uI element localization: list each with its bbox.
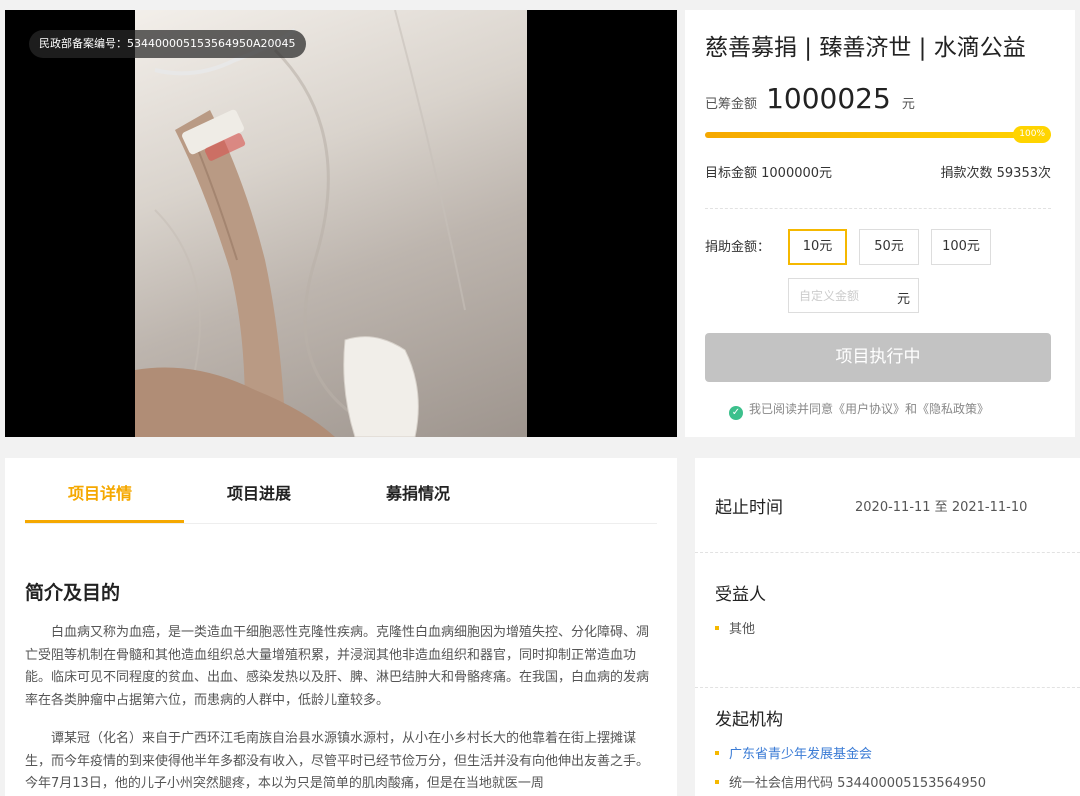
project-cover-image: 民政部备案编号：534400005153564950A20045 <box>5 10 677 437</box>
organizer-name-link[interactable]: 广东省青少年发展基金会 <box>715 743 872 762</box>
intro-paragraph: 白血病又称为血癌，是一类造血干细胞恶性克隆性疾病。克隆性白血病细胞因为增殖失控、… <box>25 625 650 708</box>
tab-project-details[interactable]: 项目详情 <box>68 480 132 504</box>
project-title: 慈善募捐 | 臻善济世 | 水滴公益 <box>705 35 1026 61</box>
custom-amount-input[interactable] <box>799 287 884 305</box>
record-number-badge: 民政部备案编号：534400005153564950A20045 <box>29 30 306 58</box>
agreement-text: 我已阅读并同意《用户协议》和《隐私政策》 <box>749 402 990 416</box>
organizer-label: 发起机构 <box>715 710 783 730</box>
donate-amount-label: 捐助金额： <box>705 240 771 255</box>
active-tab-underline <box>25 520 184 523</box>
divider <box>705 208 1051 209</box>
amount-option-50[interactable]: 50元 <box>859 229 919 265</box>
donation-count: 捐款次数 59353次 <box>940 166 1052 181</box>
period-value: 2020-11-11 至 2021-11-10 <box>855 500 1028 515</box>
amount-option-100[interactable]: 100元 <box>931 229 991 265</box>
raised-amount-row: 已筹金额 1000025 元 <box>705 82 915 115</box>
organizer-credit-code: 统一社会信用代码 534400005153564950 <box>715 772 986 791</box>
period-label: 起止时间 <box>715 498 783 518</box>
organizer-section: 发起机构 广东省青少年发展基金会 统一社会信用代码 53440000515356… <box>695 688 1080 796</box>
progress-percent-badge: 100% <box>1013 126 1051 143</box>
beneficiary-item: 其他 <box>715 618 755 637</box>
project-info-card: 起止时间 2020-11-11 至 2021-11-10 受益人 其他 发起机构… <box>695 458 1080 796</box>
period-section: 起止时间 2020-11-11 至 2021-11-10 <box>695 458 1080 553</box>
amount-option-10[interactable]: 10元 <box>788 229 847 265</box>
tab-bar: 项目详情 项目进展 募捐情况 <box>25 458 657 524</box>
beneficiary-section: 受益人 其他 <box>695 553 1080 688</box>
progress-bar: 100% <box>705 126 1051 143</box>
beneficiary-label: 受益人 <box>715 585 766 605</box>
cover-photo <box>135 10 527 437</box>
custom-amount-field: 元 <box>788 278 919 313</box>
section-title: 简介及目的 <box>25 582 121 604</box>
raised-label: 已筹金额 <box>705 97 758 112</box>
project-status-button[interactable]: 项目执行中 <box>705 333 1051 382</box>
project-detail-card: 项目详情 项目进展 募捐情况 简介及目的 白血病又称为血癌，是一类造血干细胞恶性… <box>5 458 677 796</box>
tab-project-progress[interactable]: 项目进展 <box>227 480 291 504</box>
check-circle-icon[interactable]: ✓ <box>729 406 743 420</box>
raised-unit: 元 <box>901 97 915 112</box>
agreement-row[interactable]: ✓ 我已阅读并同意《用户协议》和《隐私政策》 <box>729 400 989 420</box>
raised-amount: 1000025 <box>766 82 891 115</box>
arm-iv-illustration <box>135 10 466 437</box>
goal-amount: 目标金额 1000000元 <box>705 166 833 181</box>
donation-panel: 慈善募捐 | 臻善济世 | 水滴公益 已筹金额 1000025 元 100% 目… <box>685 10 1075 437</box>
story-paragraph: 谭某冠（化名）来自于广西环江毛南族自治县水源镇水源村，从小在小乡村长大的他靠着在… <box>25 731 650 791</box>
tab-fundraising-status[interactable]: 募捐情况 <box>386 480 450 504</box>
custom-amount-unit: 元 <box>896 292 910 307</box>
progress-fill <box>705 132 1051 138</box>
